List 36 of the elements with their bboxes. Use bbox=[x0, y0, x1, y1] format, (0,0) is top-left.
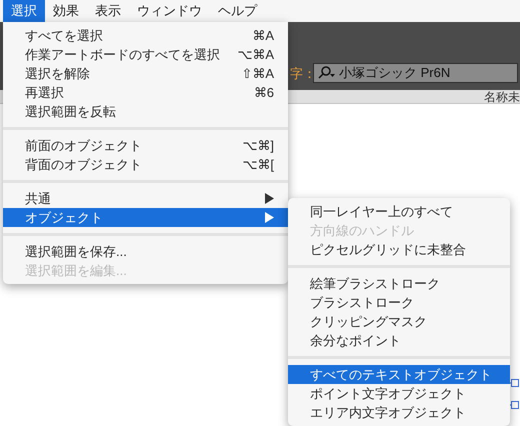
menu-item[interactable]: 絵筆ブラシストローク bbox=[288, 274, 510, 293]
submenu-arrow-icon bbox=[265, 212, 274, 223]
document-tab-title[interactable]: 名称未 bbox=[484, 90, 520, 103]
menu-item[interactable]: 選択を解除 ⇧⌘A bbox=[3, 64, 288, 83]
menu-bar-item[interactable]: ウィンドウ bbox=[129, 0, 210, 22]
menu-bar-item[interactable]: 効果 bbox=[45, 0, 87, 22]
menu-bar-item[interactable]: ヘルプ bbox=[210, 0, 265, 22]
search-icon bbox=[318, 66, 336, 80]
menu-bar-item[interactable]: 選択 bbox=[3, 0, 45, 22]
shortcut-label: ⌥⌘] bbox=[242, 136, 274, 155]
menu-bar-item[interactable]: 表示 bbox=[87, 0, 129, 22]
menu-item[interactable]: エリア内文字オブジェクト bbox=[288, 403, 510, 422]
shortcut-label: ⌥⌘[ bbox=[242, 156, 274, 174]
menu-item[interactable]: すべてのテキストオブジェクト bbox=[288, 365, 510, 384]
shortcut-label: ⌘6 bbox=[254, 84, 274, 102]
menu-item[interactable]: ポイント文字オブジェクト bbox=[288, 384, 510, 403]
menu-item[interactable]: 前面のオブジェクト ⌥⌘] bbox=[3, 136, 288, 155]
shortcut-label: ⇧⌘A bbox=[241, 64, 274, 83]
shortcut-label: ⌘A bbox=[252, 26, 274, 45]
menu-item[interactable]: ピクセルグリッドに未整合 bbox=[288, 240, 510, 259]
menu-item[interactable]: すべてを選択 ⌘A bbox=[3, 26, 288, 45]
menu-item[interactable]: ブラシストローク bbox=[288, 293, 510, 312]
menu-item[interactable]: オブジェクト bbox=[3, 208, 288, 227]
menu-item[interactable]: 選択範囲を保存... bbox=[3, 242, 288, 261]
menu-item[interactable]: 選択範囲を反転 bbox=[3, 102, 288, 121]
menu-item[interactable]: 共通 bbox=[3, 189, 288, 208]
menu-item[interactable]: 余分なポイント bbox=[288, 331, 510, 350]
font-field[interactable]: 小塚ゴシック Pr6N bbox=[313, 63, 518, 83]
menu-item[interactable]: クリッピングマスク bbox=[288, 312, 510, 331]
menu-item[interactable]: 背面のオブジェクト ⌥⌘[ bbox=[3, 155, 288, 174]
shortcut-label: ⌥⌘A bbox=[237, 46, 274, 64]
menu-item[interactable]: 同一レイヤー上のすべて bbox=[288, 202, 510, 221]
submenu-arrow-icon bbox=[265, 193, 274, 204]
menu-item[interactable]: 作業アートボードのすべてを選択 ⌥⌘A bbox=[3, 45, 288, 64]
character-label: 字： bbox=[290, 65, 316, 83]
menu-item[interactable]: 再選択 ⌘6 bbox=[3, 83, 288, 102]
